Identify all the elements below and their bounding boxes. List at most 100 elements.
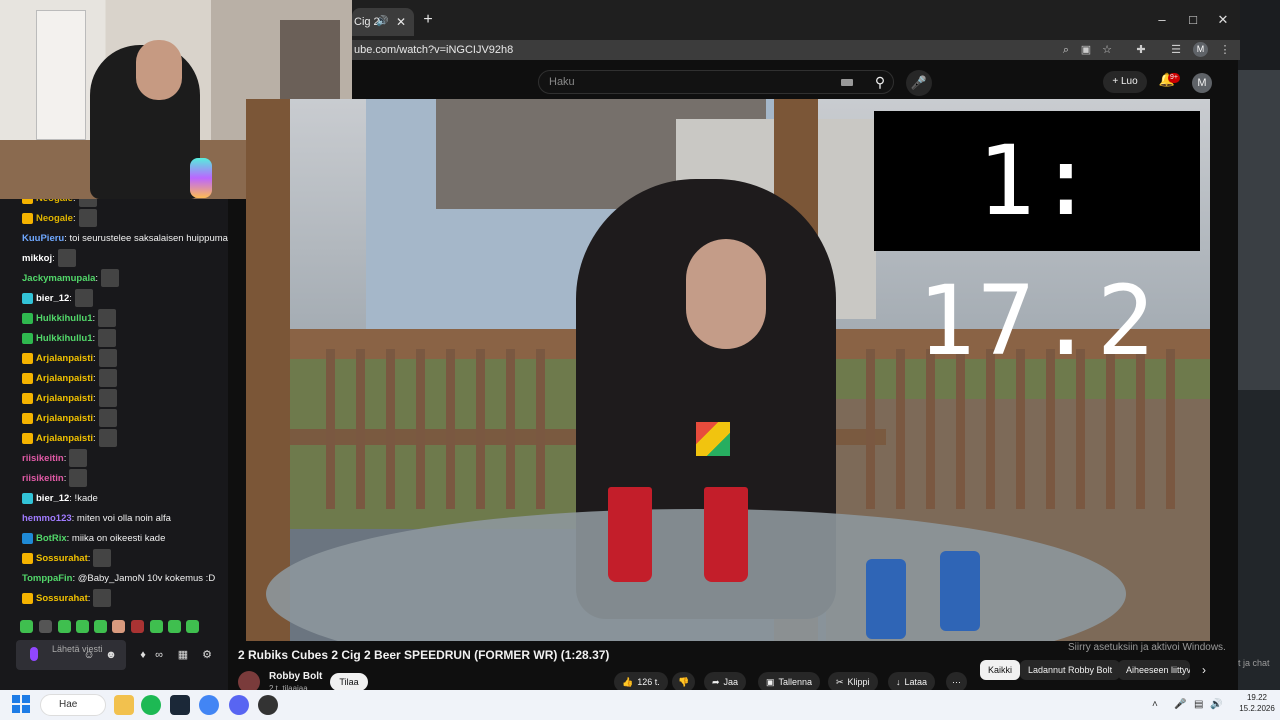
- chat-panel: Neogale:Neogale:KuuPieru: toi seurustele…: [0, 199, 228, 639]
- account-avatar[interactable]: M: [1192, 73, 1212, 93]
- extensions-icon[interactable]: ✚: [1133, 42, 1149, 58]
- obs-icon[interactable]: [258, 695, 278, 715]
- chat-username[interactable]: Sossurahat: [36, 593, 88, 604]
- chat-username[interactable]: Arjalanpaisti: [36, 353, 93, 364]
- chat-username[interactable]: Arjalanpaisti: [36, 413, 93, 424]
- chat-username[interactable]: hemmo123: [22, 513, 72, 524]
- chat-username[interactable]: Hulkkihullu1: [36, 313, 92, 324]
- chrome-icon[interactable]: [199, 695, 219, 715]
- bookmark-star-icon[interactable]: ☆: [1099, 42, 1115, 58]
- chat-message: Arjalanpaisti:: [8, 429, 228, 449]
- chat-text: :: [73, 199, 76, 204]
- emote-icon[interactable]: [150, 620, 163, 633]
- chat-username[interactable]: Jackymamupala: [22, 273, 95, 284]
- emote-icon[interactable]: [168, 620, 181, 633]
- search-icon[interactable]: ⚲: [866, 70, 894, 94]
- scissors-icon: ✂: [836, 677, 844, 687]
- windows-start-icon[interactable]: [12, 695, 30, 713]
- chat-message: Arjalanpaisti:: [8, 349, 228, 369]
- volume-icon[interactable]: 🔊: [1210, 696, 1222, 714]
- chat-username[interactable]: Arjalanpaisti: [36, 433, 93, 444]
- steam-icon[interactable]: [170, 695, 190, 715]
- spotify-icon[interactable]: [141, 695, 161, 715]
- profile-avatar[interactable]: M: [1193, 42, 1208, 57]
- maximize-button[interactable]: □: [1179, 10, 1207, 30]
- chevron-right-icon[interactable]: ›: [1196, 660, 1212, 680]
- infinity-icon[interactable]: ∞: [152, 648, 166, 662]
- url-text[interactable]: ube.com/watch?v=iNGCIJV92h8: [352, 40, 513, 60]
- microphone-icon[interactable]: 🎤: [906, 70, 932, 96]
- chat-settings-icon[interactable]: ⚙: [200, 648, 214, 662]
- emote-icon[interactable]: [131, 620, 144, 633]
- close-tab-icon[interactable]: ✕: [396, 8, 406, 36]
- chat-text: :: [52, 253, 55, 264]
- channel-name[interactable]: Robby Bolt: [269, 671, 322, 682]
- network-icon[interactable]: ▤: [1194, 696, 1203, 714]
- chat-username[interactable]: riisikeitin: [22, 473, 64, 484]
- emote-icon[interactable]: [39, 620, 52, 633]
- emote-icon[interactable]: [20, 620, 33, 633]
- chat-emote-icon: [93, 549, 112, 568]
- chat-username[interactable]: Neogale: [36, 199, 73, 204]
- file-explorer-icon[interactable]: [114, 695, 134, 715]
- chat-text: :: [87, 553, 91, 564]
- media-control-icon[interactable]: ☰: [1168, 42, 1184, 58]
- points-icon[interactable]: ♦: [136, 648, 150, 662]
- download-button[interactable]: ↓ Lataa: [888, 672, 936, 692]
- discord-icon[interactable]: [229, 695, 249, 715]
- chip-uploader[interactable]: Ladannut Robby Bolt: [1020, 660, 1121, 680]
- more-actions-button[interactable]: ⋯: [946, 672, 967, 692]
- chat-username[interactable]: bier_12: [36, 293, 69, 304]
- chat-username[interactable]: KuuPieru: [22, 233, 64, 244]
- chat-username[interactable]: Arjalanpaisti: [36, 393, 93, 404]
- chat-username[interactable]: BotRix: [36, 533, 67, 544]
- chat-username[interactable]: riisikeitin: [22, 453, 64, 464]
- chat-badge-icon: [22, 412, 33, 424]
- chat-badge-icon: [22, 199, 33, 204]
- browser-menu-icon[interactable]: ⋮: [1217, 42, 1233, 58]
- zoom-icon[interactable]: ⌕: [1058, 42, 1074, 58]
- like-button[interactable]: 👍 126 t.: [614, 672, 668, 692]
- chat-text: : miten voi olla noin alfa: [71, 513, 171, 524]
- share-button[interactable]: ➦ Jaa: [704, 672, 747, 692]
- clip-button[interactable]: ✂ Klippi: [828, 672, 878, 692]
- emote-picker-icon[interactable]: ☺: [82, 648, 96, 662]
- chat-username[interactable]: TomppaFin: [22, 573, 72, 584]
- chat-badge-icon: [22, 532, 33, 544]
- chat-username[interactable]: mikkoj: [22, 253, 52, 264]
- chat-username[interactable]: Neogale: [36, 213, 73, 224]
- smile-icon[interactable]: ☻: [104, 648, 118, 662]
- gift-icon[interactable]: ▦: [176, 648, 190, 662]
- chat-username[interactable]: Hulkkihullu1: [36, 333, 92, 344]
- tray-chevron-icon[interactable]: ˄: [1152, 696, 1158, 714]
- notifications-badge: 9+: [1168, 73, 1180, 83]
- create-button[interactable]: + Luo: [1103, 71, 1147, 93]
- emote-icon[interactable]: [76, 620, 89, 633]
- close-window-button[interactable]: ✕: [1209, 10, 1237, 30]
- chat-username[interactable]: bier_12: [36, 493, 69, 504]
- chat-badge-icon: [22, 492, 33, 504]
- keyboard-icon[interactable]: [841, 79, 853, 86]
- taskbar-search[interactable]: Hae: [40, 694, 106, 716]
- new-tab-button[interactable]: +: [418, 10, 438, 30]
- subscribe-button[interactable]: Tilaa: [330, 673, 368, 691]
- clip-label: Klippi: [847, 677, 870, 687]
- dislike-button[interactable]: 👎: [672, 672, 696, 692]
- emote-icon[interactable]: [94, 620, 107, 633]
- chat-message: Arjalanpaisti:: [8, 389, 228, 409]
- chat-username[interactable]: Sossurahat: [36, 553, 88, 564]
- chat-username[interactable]: Arjalanpaisti: [36, 373, 93, 384]
- microphone-tray-icon[interactable]: 🎤: [1174, 696, 1186, 714]
- emote-icon[interactable]: [186, 620, 199, 633]
- cast-icon[interactable]: ▣: [1078, 42, 1094, 58]
- emote-icon[interactable]: [112, 620, 125, 633]
- taskbar-clock[interactable]: 19.22 15.2.2026: [1238, 692, 1276, 714]
- chip-all[interactable]: Kaikki: [980, 660, 1021, 680]
- save-button[interactable]: ▣ Tallenna: [758, 672, 821, 692]
- browser-tab[interactable]: Cig 2 🔊 ✕: [352, 8, 414, 36]
- emote-icon[interactable]: [58, 620, 71, 633]
- minimize-button[interactable]: –: [1148, 10, 1176, 30]
- chip-related[interactable]: Aiheeseen liittyv: [1118, 660, 1190, 680]
- chat-text: :: [93, 433, 96, 444]
- speaker-icon[interactable]: 🔊: [376, 8, 388, 36]
